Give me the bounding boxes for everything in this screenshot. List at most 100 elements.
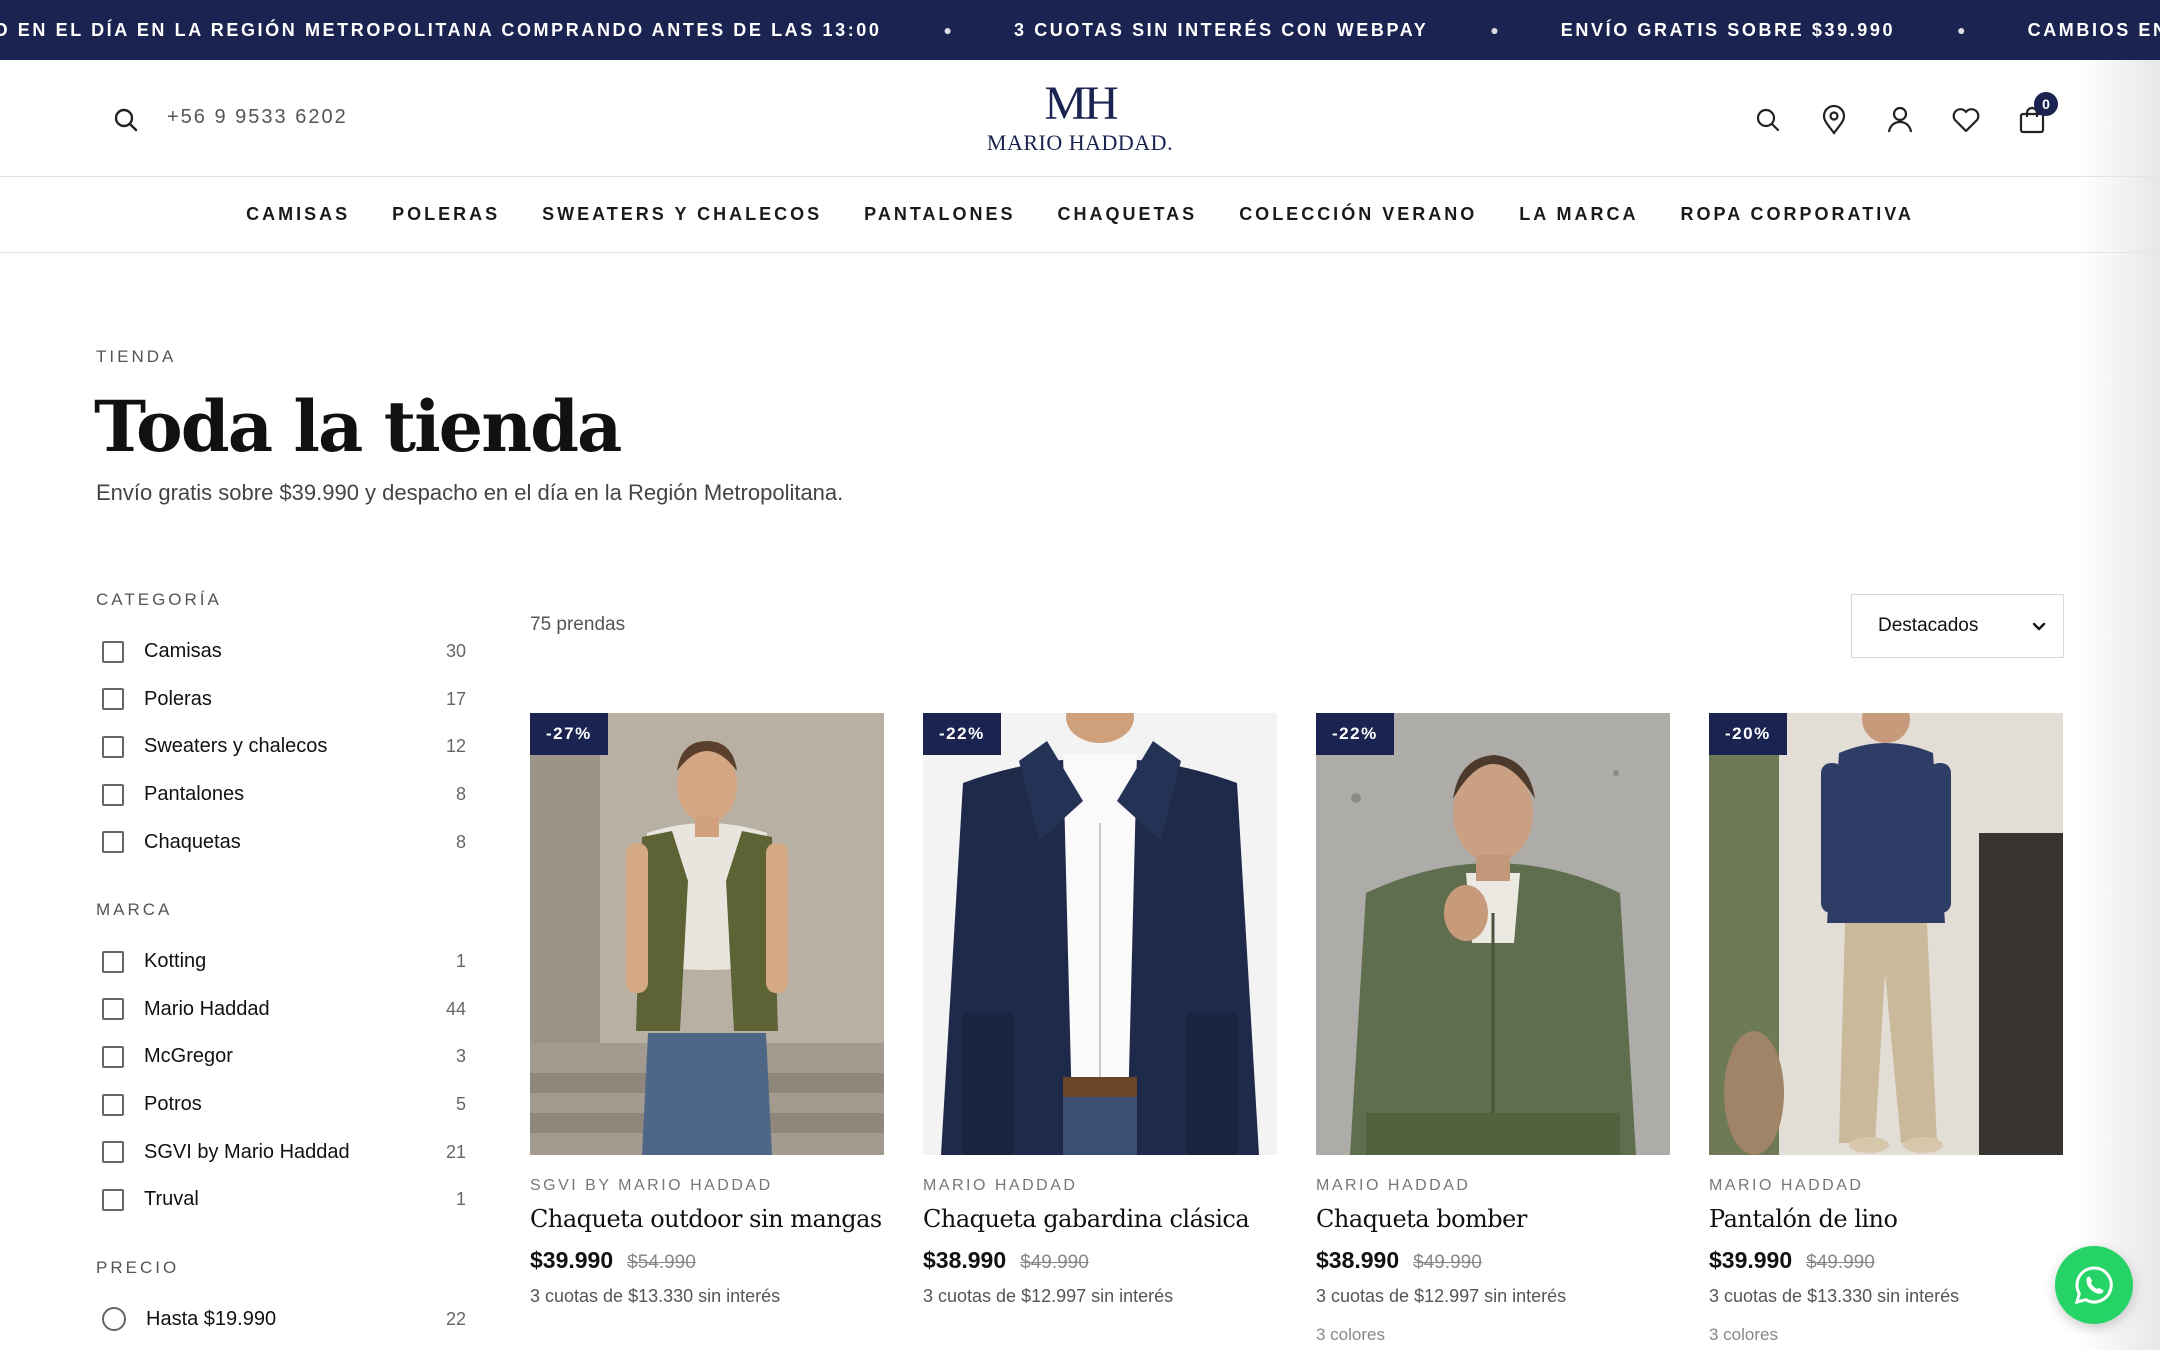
product-brand: MARIO HADDAD (1709, 1177, 1864, 1194)
store-location-icon[interactable] (1818, 104, 1850, 136)
whatsapp-icon (2074, 1266, 2113, 1305)
product-card[interactable]: -20% MARIO HADDAD Pantalón de lino $39.9… (1709, 713, 2063, 1345)
filter-option[interactable]: SGVI by Mario Haddad 21 (96, 1128, 466, 1176)
filter-option[interactable]: Mario Haddad 44 (96, 986, 466, 1034)
product-price: $38.990 $49.990 (1316, 1247, 1670, 1274)
product-installments: 3 cuotas de $13.330 sin interés (530, 1286, 781, 1306)
filter-option[interactable]: McGregor 3 (96, 1033, 466, 1081)
nav-item-ropa-corporativa[interactable]: ROPA CORPORATIVA (1681, 204, 1914, 225)
phone-number[interactable]: +56 9 9533 6202 (167, 106, 348, 129)
filter-option[interactable]: Poleras 17 (96, 676, 466, 724)
main-navigation: CAMISAS POLERAS SWEATERS Y CHALECOS PANT… (0, 177, 2160, 253)
filter-checkbox[interactable] (102, 1188, 124, 1211)
filter-option-count: 1 (455, 951, 466, 972)
cart-count-badge: 0 (2034, 92, 2058, 116)
search-icon[interactable] (112, 106, 140, 134)
filter-sidebar: CATEGORÍA Camisas 30 Poleras 17 Sweaters y… (96, 590, 466, 1350)
filter-option[interactable]: Potros 5 (96, 1081, 466, 1129)
page-title: Toda la tienda (94, 385, 622, 468)
page-edge-shadow (2080, 60, 2160, 1350)
product-name[interactable]: Chaqueta outdoor sin mangas (530, 1205, 884, 1233)
announcement-message: CAMBIOS EN NUE (2027, 19, 2160, 40)
filter-price: PRECIO Hasta $19.990 22 (96, 1258, 466, 1344)
product-price-old: $49.990 (1413, 1252, 1482, 1273)
filter-checkbox[interactable] (102, 735, 124, 758)
filter-checkbox[interactable] (102, 640, 124, 663)
discount-badge: -20% (1709, 713, 1787, 755)
nav-item-la-marca[interactable]: LA MARCA (1519, 204, 1638, 225)
account-icon[interactable] (1884, 104, 1916, 136)
filter-category: CATEGORÍA Camisas 30 Poleras 17 Sweaters y… (96, 590, 466, 866)
product-image[interactable]: -27% (530, 713, 884, 1155)
nav-item-pantalones[interactable]: PANTALONES (864, 204, 1015, 225)
product-price-old: $54.990 (627, 1252, 696, 1273)
sort-select[interactable]: Destacados (1851, 594, 2064, 658)
product-installments: 3 cuotas de $12.997 sin interés (923, 1286, 1174, 1306)
brand-logo[interactable]: MH MARIO HADDAD. (970, 80, 1190, 160)
filter-option[interactable]: Sweaters y chalecos 12 (96, 723, 466, 771)
breadcrumb[interactable]: TIENDA (96, 347, 176, 367)
filter-price-title: PRECIO (96, 1257, 180, 1277)
filter-option[interactable]: Pantalones 8 (96, 771, 466, 819)
sort-selected-value: Destacados (1878, 615, 1979, 636)
logo-monogram: MH (1044, 77, 1118, 130)
filter-option-count: 30 (445, 641, 466, 662)
product-price-current: $38.990 (923, 1247, 1007, 1273)
announcement-message: 3 CUOTAS SIN INTERÉS CON WEBPAY (1014, 19, 1429, 40)
wishlist-heart-icon[interactable] (1950, 104, 1982, 136)
product-name[interactable]: Chaqueta bomber (1316, 1205, 1670, 1233)
filter-option-count: 22 (445, 1308, 466, 1329)
product-grid: -27% SGVI BY MARIO HADDAD Chaqueta outdo… (530, 713, 2064, 1345)
product-image[interactable]: -22% (1316, 713, 1670, 1155)
discount-badge: -22% (1316, 713, 1394, 755)
product-card[interactable]: -22% MARIO HADDAD Chaqueta bomber $38.99… (1316, 713, 1670, 1345)
product-price: $38.990 $49.990 (923, 1247, 1277, 1274)
filter-checkbox[interactable] (102, 1093, 124, 1116)
announcement-separator: ● (1490, 22, 1499, 38)
product-name[interactable]: Chaqueta gabardina clásica (923, 1205, 1277, 1233)
filter-option[interactable]: Hasta $19.990 22 (96, 1296, 466, 1344)
filter-option-label: SGVI by Mario Haddad (144, 1140, 350, 1163)
filter-option[interactable]: Kotting 1 (96, 938, 466, 986)
filter-option[interactable]: Truval 1 (96, 1176, 466, 1224)
filter-checkbox[interactable] (102, 998, 124, 1021)
filter-checkbox[interactable] (102, 1045, 124, 1068)
product-card[interactable]: -22% MARIO HADDAD Chaqueta gabardina clá… (923, 713, 1277, 1345)
product-installments: 3 cuotas de $12.997 sin interés (1316, 1286, 1567, 1306)
product-image[interactable]: -20% (1709, 713, 2063, 1155)
filter-option[interactable]: Chaquetas 8 (96, 818, 466, 866)
product-name[interactable]: Pantalón de lino (1709, 1205, 2063, 1233)
product-price-current: $39.990 (1709, 1247, 1793, 1273)
search-icon[interactable] (1752, 104, 1784, 136)
header-actions: 0 (1752, 92, 2058, 136)
nav-item-chaquetas[interactable]: CHAQUETAS (1058, 204, 1198, 225)
filter-option-label: McGregor (144, 1045, 233, 1068)
announcement-track: HO EN EL DÍA EN LA REGIÓN METROPOLITANA … (0, 0, 2160, 60)
filter-category-title: CATEGORÍA (96, 590, 222, 609)
product-price: $39.990 $54.990 (530, 1247, 884, 1274)
whatsapp-chat-button[interactable] (2055, 1246, 2133, 1324)
filter-checkbox[interactable] (102, 688, 124, 711)
filter-checkbox[interactable] (102, 1141, 124, 1164)
filter-checkbox[interactable] (102, 950, 124, 973)
announcement-separator: ● (943, 22, 952, 38)
nav-item-sweaters[interactable]: SWEATERS Y CHALECOS (542, 204, 822, 225)
filter-option-label: Potros (144, 1093, 202, 1116)
filter-option[interactable]: Camisas 30 (96, 628, 466, 676)
product-installments: 3 cuotas de $13.330 sin interés (1709, 1286, 1960, 1306)
filter-checkbox[interactable] (102, 831, 124, 854)
product-price-current: $39.990 (530, 1247, 614, 1273)
product-card[interactable]: -27% SGVI BY MARIO HADDAD Chaqueta outdo… (530, 713, 884, 1345)
filter-radio[interactable] (102, 1307, 126, 1332)
product-brand: MARIO HADDAD (923, 1177, 1078, 1194)
product-image[interactable]: -22% (923, 713, 1277, 1155)
filter-option-label: Poleras (144, 687, 212, 710)
logo-wordmark: MARIO HADDAD. (986, 130, 1174, 155)
filter-option-count: 8 (455, 784, 466, 805)
filter-option-label: Truval (144, 1188, 199, 1211)
nav-item-poleras[interactable]: POLERAS (392, 204, 500, 225)
cart-icon[interactable]: 0 (2016, 92, 2058, 136)
nav-item-camisas[interactable]: CAMISAS (246, 204, 350, 225)
filter-checkbox[interactable] (102, 783, 124, 806)
nav-item-coleccion-verano[interactable]: COLECCIÓN VERANO (1239, 204, 1477, 225)
